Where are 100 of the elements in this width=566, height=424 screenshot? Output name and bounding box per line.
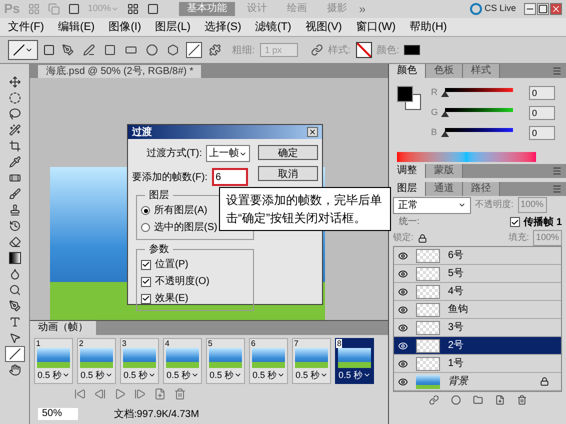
pen-icon[interactable] — [60, 42, 76, 58]
panel-tab[interactable]: 路径 — [463, 182, 500, 196]
frame-delay[interactable]: 0.5 秒 — [252, 368, 276, 382]
layer-row[interactable]: 4号 — [394, 283, 561, 301]
frame-delay[interactable]: 0.5 秒 — [295, 368, 320, 382]
style-swatch[interactable] — [356, 42, 372, 58]
new-layer-icon[interactable] — [494, 395, 504, 405]
channel-value-field[interactable]: 0 — [529, 86, 555, 100]
panel-tab[interactable]: 图层 — [389, 182, 426, 196]
caret-icon[interactable] — [234, 371, 242, 379]
caret-icon[interactable] — [362, 371, 370, 379]
frames-field[interactable]: 6 — [212, 168, 248, 186]
foreground-background-swatch[interactable] — [397, 86, 423, 112]
play-icon[interactable] — [114, 388, 126, 400]
checkbox[interactable] — [141, 294, 151, 304]
animation-frame[interactable]: 1 0.5 秒 — [34, 338, 73, 384]
line-icon[interactable] — [186, 42, 202, 58]
panel-tab[interactable]: 动画（帧） — [30, 321, 96, 335]
panel-menu-icon[interactable] — [552, 184, 562, 194]
document-tab[interactable]: 海底.psd @ 50% (2号, RGB/8#) * — [38, 65, 202, 78]
minimize-icon[interactable] — [524, 3, 536, 15]
eye-icon[interactable] — [398, 250, 408, 260]
lock-icon[interactable] — [418, 234, 427, 242]
menu-item[interactable]: 图层(L) — [155, 18, 191, 36]
duplicate-frame-icon[interactable] — [154, 388, 166, 400]
freeform-pen-icon[interactable] — [81, 42, 97, 58]
menu-item[interactable]: 图像(I) — [108, 18, 142, 36]
panel-tab[interactable]: 色板 — [426, 64, 463, 78]
next-frame-icon[interactable] — [134, 388, 146, 400]
layer-row[interactable]: 5号 — [394, 265, 561, 283]
panel-tab[interactable]: 颜色 — [389, 64, 426, 78]
color-spectrum[interactable] — [397, 152, 536, 162]
menu-item[interactable]: 编辑(E) — [58, 18, 95, 36]
caret-icon[interactable] — [276, 371, 284, 379]
zoom-field[interactable]: 50% — [38, 408, 78, 420]
menu-item[interactable]: 选择(S) — [204, 18, 242, 36]
cancel-button[interactable]: 取消 — [258, 166, 318, 181]
custom-shape-icon[interactable] — [207, 42, 223, 58]
previous-frame-icon[interactable] — [94, 388, 106, 400]
slider-thumb[interactable] — [441, 131, 449, 137]
eye-icon[interactable] — [398, 268, 408, 278]
channel-value-field[interactable]: 0 — [529, 126, 555, 140]
animation-frame[interactable]: 7 0.5 秒 — [292, 338, 331, 384]
eye-icon[interactable] — [398, 376, 408, 386]
checkbox[interactable] — [141, 260, 151, 270]
layer-row[interactable]: 背景 — [394, 373, 561, 391]
eye-icon[interactable] — [398, 358, 408, 368]
frame-delay[interactable]: 0.5 秒 — [338, 368, 362, 382]
menu-item[interactable]: 帮助(H) — [410, 18, 447, 36]
close-icon[interactable] — [307, 127, 318, 137]
caret-icon[interactable] — [320, 371, 328, 379]
caret-icon[interactable] — [104, 371, 112, 379]
panel-menu-icon[interactable] — [552, 166, 562, 176]
color-swatch[interactable] — [404, 45, 420, 55]
eye-icon[interactable] — [398, 322, 408, 332]
link-icon[interactable] — [428, 395, 438, 405]
layer-row[interactable]: 鱼钩 — [394, 301, 561, 319]
delete-icon[interactable] — [516, 395, 526, 405]
animation-frame[interactable]: 4 0.5 秒 — [163, 338, 202, 384]
radio-button[interactable] — [141, 206, 150, 215]
panel-menu-icon[interactable] — [552, 66, 562, 76]
menu-item[interactable]: 文件(F) — [8, 18, 44, 36]
caret-icon[interactable] — [62, 371, 70, 379]
panel-tab[interactable]: 样式 — [463, 64, 500, 78]
frame-delay[interactable]: 0.5 秒 — [37, 368, 62, 382]
radio-button[interactable] — [141, 223, 150, 232]
delete-icon[interactable] — [174, 388, 186, 400]
menu-item[interactable]: 视图(V) — [305, 18, 342, 36]
method-dropdown[interactable]: 上一帧 — [206, 145, 250, 162]
link-icon[interactable] — [310, 44, 323, 56]
layer-row[interactable]: 2号 — [394, 337, 561, 355]
layer-row[interactable]: 6号 — [394, 247, 561, 265]
layer-row[interactable]: 1号 — [394, 355, 561, 373]
animation-frame[interactable]: 2 0.5 秒 — [77, 338, 116, 384]
slider-thumb[interactable] — [441, 91, 449, 97]
frame-delay[interactable]: 0.5 秒 — [80, 368, 104, 382]
animation-frame[interactable]: 8 0.5 秒 — [335, 338, 374, 384]
ellipse-icon[interactable] — [144, 42, 160, 58]
checkbox[interactable] — [510, 217, 520, 227]
menu-item[interactable]: 滤镜(T) — [255, 18, 292, 36]
menu-item[interactable]: 窗口(W) — [356, 18, 396, 36]
frame-delay[interactable]: 0.5 秒 — [209, 368, 234, 382]
cs-live-button[interactable]: CS Live — [470, 2, 516, 16]
maximize-icon[interactable] — [537, 3, 549, 15]
checkbox[interactable] — [141, 276, 151, 286]
blend-mode-dropdown[interactable]: 正常 — [393, 196, 471, 214]
caret-icon[interactable] — [190, 371, 198, 379]
polygon-icon[interactable] — [165, 42, 181, 58]
frame-delay[interactable]: 0.5 秒 — [123, 368, 148, 382]
first-frame-icon[interactable] — [74, 388, 86, 400]
animation-frame[interactable]: 5 0.5 秒 — [206, 338, 245, 384]
eye-icon[interactable] — [398, 286, 408, 296]
slider-thumb[interactable] — [441, 111, 449, 117]
channel-value-field[interactable]: 0 — [529, 106, 555, 120]
more-workspaces[interactable]: » — [358, 2, 366, 16]
animation-frame[interactable]: 6 0.5 秒 — [249, 338, 288, 384]
frame-delay[interactable]: 0.5 秒 — [166, 368, 190, 382]
ok-button[interactable]: 确定 — [258, 145, 318, 160]
panel-tab[interactable]: 蒙版 — [426, 164, 463, 178]
rectangle-icon[interactable] — [102, 42, 118, 58]
